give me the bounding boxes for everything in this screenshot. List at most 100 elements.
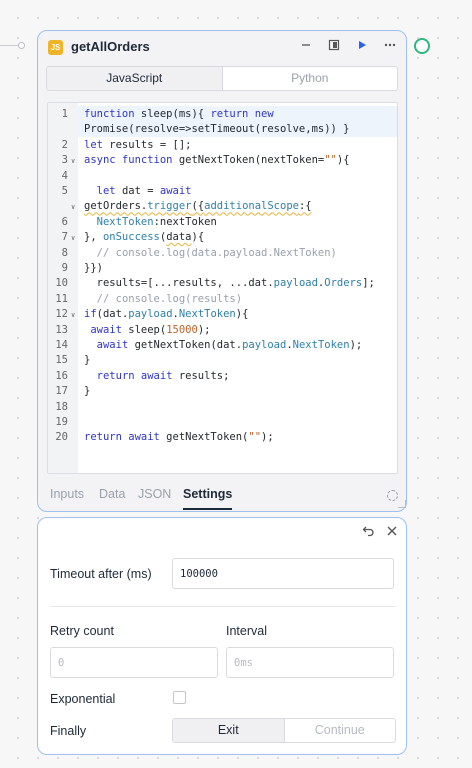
retry-count-input[interactable] xyxy=(50,647,218,678)
exponential-label: Exponential xyxy=(50,692,116,706)
tab-inputs[interactable]: Inputs xyxy=(50,487,84,501)
finally-segmented-control: Exit Continue xyxy=(172,718,396,743)
code-line[interactable]: 4 xyxy=(48,169,397,184)
code-line[interactable]: Promise(resolve=>setTimeout(resolve,ms))… xyxy=(48,122,397,137)
line-number: 18 xyxy=(55,400,68,413)
tab-settings[interactable]: Settings xyxy=(183,487,232,501)
code-text: results=[...results, ...dat.payload.Orde… xyxy=(84,277,375,290)
code-line[interactable]: 11 // console.log(results) xyxy=(48,292,397,307)
code-text: }, onSuccess(data){ xyxy=(84,231,205,244)
code-text: // console.log(data.payload.NextToken) xyxy=(96,246,337,259)
divider xyxy=(50,606,396,607)
code-editor[interactable]: 1 function sleep(ms){ return new Promise(r… xyxy=(47,102,398,474)
line-number: 19 xyxy=(55,416,68,428)
code-line[interactable]: 18 xyxy=(48,400,397,415)
play-icon[interactable] xyxy=(354,39,370,55)
node-title[interactable]: getAllOrders xyxy=(71,39,150,54)
code-text: function sleep(ms){ return new xyxy=(84,108,274,120)
code-text: await sleep(15000); xyxy=(90,323,211,336)
minimize-icon[interactable] xyxy=(298,39,314,55)
line-number: 1 xyxy=(61,108,68,120)
code-line[interactable]: 17} xyxy=(48,384,397,399)
line-number: 17 xyxy=(55,385,68,398)
finally-label: Finally xyxy=(50,724,87,738)
finally-exit-option[interactable]: Exit xyxy=(173,719,285,742)
code-text: return await results; xyxy=(96,369,230,382)
line-number: 3 xyxy=(61,154,68,167)
code-line[interactable]: 9}}) xyxy=(48,261,397,276)
code-line[interactable]: 19 xyxy=(48,415,397,430)
retry-count-label: Retry count xyxy=(50,624,114,638)
code-text: async function getNextToken(nextToken=""… xyxy=(84,154,350,167)
code-text: getOrders.trigger({additionalScope:{ xyxy=(84,200,312,213)
code-line[interactable]: 14 await getNextToken(dat.payload.NextTo… xyxy=(48,338,397,353)
fold-chevron-icon[interactable]: ∨ xyxy=(71,200,75,215)
code-line[interactable]: 7 ∨ }, onSuccess(data){ xyxy=(48,230,397,246)
line-number: 20 xyxy=(55,431,68,444)
code-line[interactable]: 13 await sleep(15000); xyxy=(48,323,397,338)
line-number: 11 xyxy=(55,292,68,305)
code-text: Promise(resolve=>setTimeout(resolve,ms))… xyxy=(84,123,350,136)
incoming-edge xyxy=(0,45,20,46)
tab-json[interactable]: JSON xyxy=(138,487,171,501)
code-line[interactable]: 2 let results = []; xyxy=(48,138,397,153)
line-number: 5 xyxy=(61,185,68,197)
undo-icon[interactable] xyxy=(360,524,376,540)
settings-panel: Timeout after (ms) Retry count Interval … xyxy=(37,517,407,755)
loading-spinner-icon xyxy=(387,490,398,501)
line-number: 14 xyxy=(55,339,68,351)
code-line[interactable]: 20 return await getNextToken(""); xyxy=(48,430,397,445)
panel-icon[interactable] xyxy=(326,39,342,55)
js-badge-icon: JS xyxy=(48,40,63,55)
code-text: } xyxy=(84,354,91,367)
resize-handle-icon[interactable] xyxy=(398,500,406,508)
line-number: 9 xyxy=(61,262,68,274)
code-line[interactable]: 15} xyxy=(48,353,397,368)
code-text: return await getNextToken(""); xyxy=(84,431,274,444)
language-tabs: JavaScript Python xyxy=(46,66,398,91)
code-text: if(dat.payload.NextToken){ xyxy=(84,308,249,321)
line-number: 13 xyxy=(55,323,68,336)
timeout-input[interactable] xyxy=(172,558,394,589)
line-number: 2 xyxy=(61,138,68,151)
code-line[interactable]: ∨ getOrders.trigger({additionalScope:{ xyxy=(48,199,397,215)
interval-input[interactable] xyxy=(226,647,394,678)
code-line[interactable]: 1 function sleep(ms){ return new xyxy=(48,107,397,122)
script-node: JS getAllOrders JavaScript Python 1 funct… xyxy=(37,30,407,512)
fold-chevron-icon[interactable]: ∨ xyxy=(71,308,75,323)
line-number: 12 xyxy=(55,308,68,321)
line-number: 8 xyxy=(61,246,68,259)
fold-chevron-icon[interactable]: ∨ xyxy=(71,231,75,246)
code-text: NextToken:nextToken xyxy=(96,215,217,228)
line-number: 4 xyxy=(61,169,68,182)
code-line[interactable]: 6 NextToken:nextToken xyxy=(48,215,397,230)
close-icon[interactable] xyxy=(384,524,400,540)
active-tab-underline xyxy=(183,508,232,510)
finally-continue-option[interactable]: Continue xyxy=(285,719,396,742)
code-line[interactable]: 10 results=[...results, ...dat.payload.O… xyxy=(48,276,397,291)
line-number: 6 xyxy=(61,215,68,228)
code-line[interactable]: 12 ∨ if(dat.payload.NextToken){ xyxy=(48,307,397,323)
output-port[interactable] xyxy=(414,38,430,54)
tab-python[interactable]: Python xyxy=(223,67,398,90)
node-header: JS getAllOrders xyxy=(38,31,406,63)
fold-chevron-icon[interactable]: ∨ xyxy=(71,154,75,169)
input-port[interactable] xyxy=(18,42,25,49)
code-line[interactable]: 8 // console.log(data.payload.NextToken) xyxy=(48,246,397,261)
code-line[interactable]: 16 return await results; xyxy=(48,369,397,384)
exponential-checkbox[interactable] xyxy=(173,691,186,704)
code-text: let dat = await xyxy=(96,185,192,197)
code-text: let results = []; xyxy=(84,138,192,151)
tab-javascript[interactable]: JavaScript xyxy=(47,67,223,90)
code-text: // console.log(results) xyxy=(96,292,243,305)
timeout-label: Timeout after (ms) xyxy=(50,567,152,581)
more-icon[interactable] xyxy=(382,39,398,55)
code-text: }}) xyxy=(84,262,103,274)
tab-data[interactable]: Data xyxy=(99,487,125,501)
code-line[interactable]: 3 ∨ async function getNextToken(nextToken=… xyxy=(48,153,397,169)
code-text: await getNextToken(dat.payload.NextToken… xyxy=(96,339,363,351)
code-line[interactable]: 5 let dat = await xyxy=(48,184,397,199)
code-text: } xyxy=(84,385,91,398)
line-number: 7 xyxy=(61,231,68,244)
line-number: 16 xyxy=(55,369,68,382)
